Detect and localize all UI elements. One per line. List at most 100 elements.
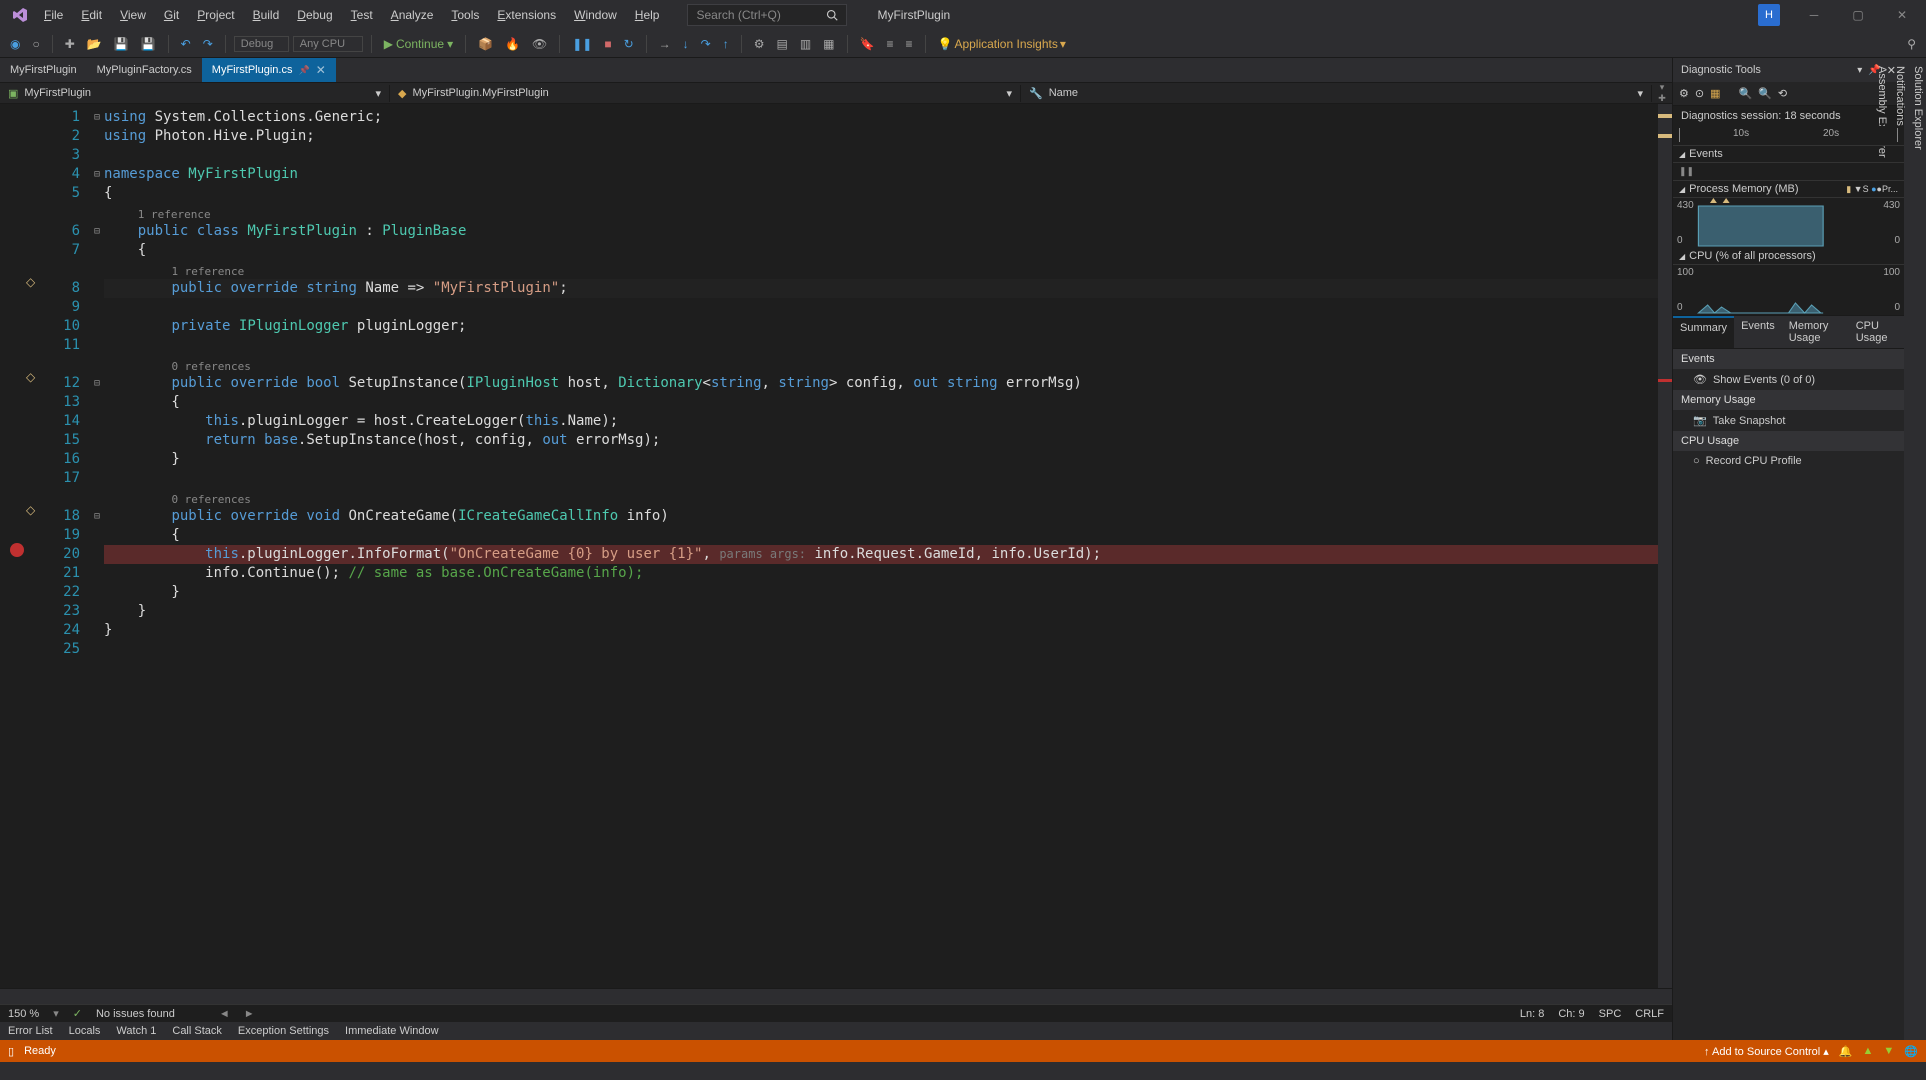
add-icon[interactable]: ✚ bbox=[1658, 93, 1666, 104]
bottom-tab[interactable]: Locals bbox=[61, 1023, 109, 1039]
side-tab[interactable]: Solution Explorer bbox=[1908, 58, 1926, 1040]
reset-view-icon[interactable]: ⟲ bbox=[1778, 87, 1787, 100]
menu-debug[interactable]: Debug bbox=[289, 4, 340, 26]
take-snapshot-button[interactable]: 📷 Take Snapshot bbox=[1673, 410, 1904, 431]
dropdown-icon[interactable]: ▾ bbox=[1857, 65, 1862, 76]
undo-icon[interactable]: ↶ bbox=[177, 35, 195, 53]
open-icon[interactable]: 📂 bbox=[83, 35, 106, 53]
restart-icon[interactable]: ↻ bbox=[620, 35, 638, 53]
toolbox-icon[interactable]: 📦 bbox=[474, 35, 497, 53]
bottom-tab[interactable]: Exception Settings bbox=[230, 1023, 337, 1039]
pin-icon[interactable]: 📌 bbox=[298, 65, 309, 76]
doc-tab[interactable]: MyFirstPlugin bbox=[0, 58, 87, 82]
nav-class-dropdown[interactable]: ◆ MyFirstPlugin.MyFirstPlugin ▾ bbox=[390, 85, 1021, 102]
nav-project-dropdown[interactable]: ▣ MyFirstPlugin ▾ bbox=[0, 85, 390, 102]
live-share-icon[interactable]: ⚲ bbox=[1903, 35, 1920, 53]
zoom-out-icon[interactable]: 🔍 bbox=[1758, 87, 1772, 100]
show-events-button[interactable]: 👁 Show Events (0 of 0) bbox=[1673, 369, 1904, 390]
indent-mode[interactable]: SPC bbox=[1599, 1008, 1622, 1020]
cpu-graph[interactable]: 100 100 0 0 bbox=[1673, 265, 1904, 315]
maximize-button[interactable]: ▢ bbox=[1838, 2, 1878, 28]
add-source-control-button[interactable]: ↑ Add to Source Control ▴ bbox=[1704, 1045, 1829, 1058]
menu-project[interactable]: Project bbox=[189, 4, 242, 26]
continue-button[interactable]: ▶ Continue ▾ bbox=[380, 35, 457, 53]
lightbulb-icon[interactable]: ◇ bbox=[26, 370, 40, 384]
nav-prev-icon[interactable]: ◄ bbox=[219, 1008, 230, 1020]
bottom-tab[interactable]: Error List bbox=[0, 1023, 61, 1039]
gear-icon[interactable]: ⚙ bbox=[1679, 87, 1689, 100]
diag-tab[interactable]: Events bbox=[1734, 316, 1782, 348]
save-icon[interactable]: 💾 bbox=[110, 35, 133, 53]
bottom-tab[interactable]: Immediate Window bbox=[337, 1023, 447, 1039]
processes-icon[interactable]: ▥ bbox=[796, 35, 815, 53]
select-tools-icon[interactable]: ▦ bbox=[1710, 87, 1720, 100]
earth-icon[interactable]: 🌐 bbox=[1904, 1045, 1918, 1058]
save-all-icon[interactable]: 💾 bbox=[137, 35, 160, 53]
notifications-icon[interactable]: 🔔 bbox=[1839, 1045, 1853, 1058]
menu-file[interactable]: File bbox=[36, 4, 71, 26]
show-next-icon[interactable]: → bbox=[655, 35, 675, 53]
stop-icon[interactable]: ■ bbox=[600, 35, 615, 53]
menu-test[interactable]: Test bbox=[343, 4, 381, 26]
step-into-icon[interactable]: ↓ bbox=[679, 35, 693, 53]
menu-build[interactable]: Build bbox=[245, 4, 288, 26]
new-item-icon[interactable]: ✚ bbox=[61, 35, 79, 53]
menu-tools[interactable]: Tools bbox=[443, 4, 487, 26]
memory-graph[interactable]: 430 430 0 0 bbox=[1673, 198, 1904, 248]
bookmark-icon[interactable]: 🔖 bbox=[856, 35, 879, 53]
menu-window[interactable]: Window bbox=[566, 4, 625, 26]
user-avatar[interactable]: H bbox=[1758, 4, 1780, 26]
hot-reload-icon[interactable]: 🔥 bbox=[501, 35, 524, 53]
pause-icon[interactable]: ❚❚ bbox=[568, 35, 596, 53]
nav-member-dropdown[interactable]: 🔧 Name ▾ bbox=[1021, 85, 1652, 102]
zoom-level[interactable]: 150 % bbox=[8, 1008, 39, 1020]
menu-analyze[interactable]: Analyze bbox=[383, 4, 442, 26]
config-dropdown[interactable]: Debug bbox=[234, 36, 289, 52]
breakpoint-margin[interactable]: ◇ ◇ ◇ bbox=[0, 104, 40, 988]
misc-status-icon-2[interactable]: ▼ bbox=[1883, 1045, 1894, 1057]
misc-status-icon[interactable]: ▲ bbox=[1863, 1045, 1874, 1057]
view-icon[interactable]: ▦ bbox=[819, 35, 838, 53]
nav-next-icon[interactable]: ► bbox=[244, 1008, 255, 1020]
platform-dropdown[interactable]: Any CPU bbox=[293, 36, 363, 52]
menu-edit[interactable]: Edit bbox=[73, 4, 110, 26]
target-icon[interactable]: ⊙ bbox=[1695, 87, 1704, 100]
menu-git[interactable]: Git bbox=[156, 4, 187, 26]
menu-view[interactable]: View bbox=[112, 4, 154, 26]
redo-icon[interactable]: ↷ bbox=[199, 35, 217, 53]
doc-tab[interactable]: MyPluginFactory.cs bbox=[87, 58, 202, 82]
horizontal-scrollbar[interactable] bbox=[0, 988, 1672, 1004]
bottom-tab[interactable]: Watch 1 bbox=[108, 1023, 164, 1039]
zoom-in-icon[interactable]: 🔍 bbox=[1739, 87, 1753, 100]
breakpoint-icon[interactable] bbox=[10, 543, 24, 557]
nav-back-icon[interactable]: ◉ bbox=[6, 35, 24, 53]
doc-tab[interactable]: MyFirstPlugin.cs📌✕ bbox=[202, 58, 336, 82]
menu-help[interactable]: Help bbox=[627, 4, 668, 26]
lifecycle-icon[interactable]: 👁 bbox=[528, 35, 551, 53]
tools-icon[interactable]: ⚙ bbox=[750, 35, 769, 53]
nav2-icon[interactable]: ≡ bbox=[901, 35, 916, 53]
split-icon[interactable]: ▾ bbox=[1660, 82, 1665, 93]
events-section-header[interactable]: ◢Events bbox=[1673, 146, 1904, 163]
nav-fwd-icon[interactable]: ○ bbox=[28, 35, 43, 53]
close-button[interactable]: ✕ bbox=[1882, 2, 1922, 28]
diag-tab[interactable]: Summary bbox=[1673, 316, 1734, 348]
lightbulb-icon[interactable]: ◇ bbox=[26, 275, 40, 289]
app-insights-button[interactable]: 💡 Application Insights ▾ bbox=[934, 35, 1070, 53]
bottom-tab[interactable]: Call Stack bbox=[164, 1023, 230, 1039]
close-tab-icon[interactable]: ✕ bbox=[316, 63, 326, 77]
diag-tab[interactable]: Memory Usage bbox=[1782, 316, 1849, 348]
timeline-ruler[interactable]: 10s 20s bbox=[1673, 126, 1904, 146]
record-cpu-button[interactable]: ○ Record CPU Profile bbox=[1673, 451, 1904, 471]
code-editor[interactable]: using System.Collections.Generic;using P… bbox=[104, 104, 1658, 988]
fold-margin[interactable]: ⊟⊟⊟⊟⊟ bbox=[90, 104, 104, 988]
minimize-button[interactable]: ─ bbox=[1794, 2, 1834, 28]
lightbulb-icon[interactable]: ◇ bbox=[26, 503, 40, 517]
line-ending[interactable]: CRLF bbox=[1635, 1008, 1664, 1020]
search-input[interactable]: Search (Ctrl+Q) bbox=[687, 4, 847, 26]
windows-icon[interactable]: ▤ bbox=[772, 35, 791, 53]
issues-label[interactable]: No issues found bbox=[96, 1008, 175, 1020]
nav-icon[interactable]: ≡ bbox=[882, 35, 897, 53]
menu-extensions[interactable]: Extensions bbox=[489, 4, 564, 26]
memory-section-header[interactable]: ◢Process Memory (MB) ▮ ▼S ●●Pr... bbox=[1673, 181, 1904, 198]
